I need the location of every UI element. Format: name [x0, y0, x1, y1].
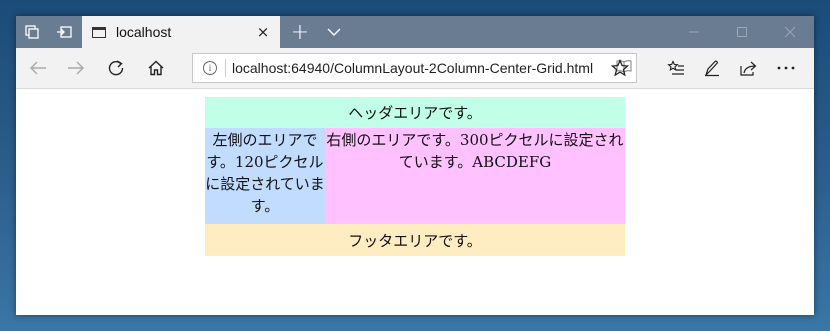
share-icon[interactable]: [730, 52, 766, 84]
back-arrow-icon[interactable]: [22, 52, 54, 84]
navigation-bar: i localhost:64940/ColumnLayout-2Column-C…: [16, 48, 814, 89]
tab-list-chevron-icon[interactable]: [318, 16, 350, 48]
home-icon[interactable]: [140, 52, 172, 84]
favorite-star-icon[interactable]: [604, 52, 636, 84]
title-bar: localhost × +: [16, 16, 814, 48]
forward-arrow-icon[interactable]: [60, 52, 92, 84]
address-bar[interactable]: i localhost:64940/ColumnLayout-2Column-C…: [192, 53, 637, 83]
page-viewport: ヘッダエリアです。 左側のエリアです。120ピクセルに設定されています。 右側の…: [16, 89, 814, 315]
close-window-icon[interactable]: [766, 16, 814, 48]
page-icon: [92, 26, 106, 38]
right-column: 右側のエリアです。300ピクセルに設定されています。ABCDEFG: [325, 128, 625, 224]
header-area: ヘッダエリアです。: [205, 97, 625, 128]
two-column-grid: ヘッダエリアです。 左側のエリアです。120ピクセルに設定されています。 右側の…: [205, 97, 625, 256]
more-dots-icon[interactable]: [768, 52, 804, 84]
tabs-aside-icon[interactable]: [16, 16, 48, 48]
tab-close-icon[interactable]: ×: [250, 23, 276, 41]
favorites-list-icon[interactable]: [658, 52, 694, 84]
url-input[interactable]: localhost:64940/ColumnLayout-2Column-Cen…: [232, 60, 612, 76]
left-column: 左側のエリアです。120ピクセルに設定されています。: [205, 128, 325, 224]
footer-area: フッタエリアです。: [205, 224, 625, 256]
browser-window: localhost × + i localhost:64940/ColumnLa…: [16, 16, 814, 315]
web-note-pen-icon[interactable]: [694, 52, 730, 84]
tab-localhost[interactable]: localhost ×: [82, 16, 280, 48]
address-separator: [225, 59, 226, 77]
new-tab-icon[interactable]: +: [284, 16, 316, 48]
minimize-icon[interactable]: [670, 16, 718, 48]
tab-title: localhost: [116, 24, 172, 40]
maximize-icon[interactable]: [718, 16, 766, 48]
tabs-show-icon[interactable]: [48, 16, 80, 48]
site-info-icon[interactable]: i: [203, 61, 217, 75]
refresh-icon[interactable]: [100, 52, 132, 84]
